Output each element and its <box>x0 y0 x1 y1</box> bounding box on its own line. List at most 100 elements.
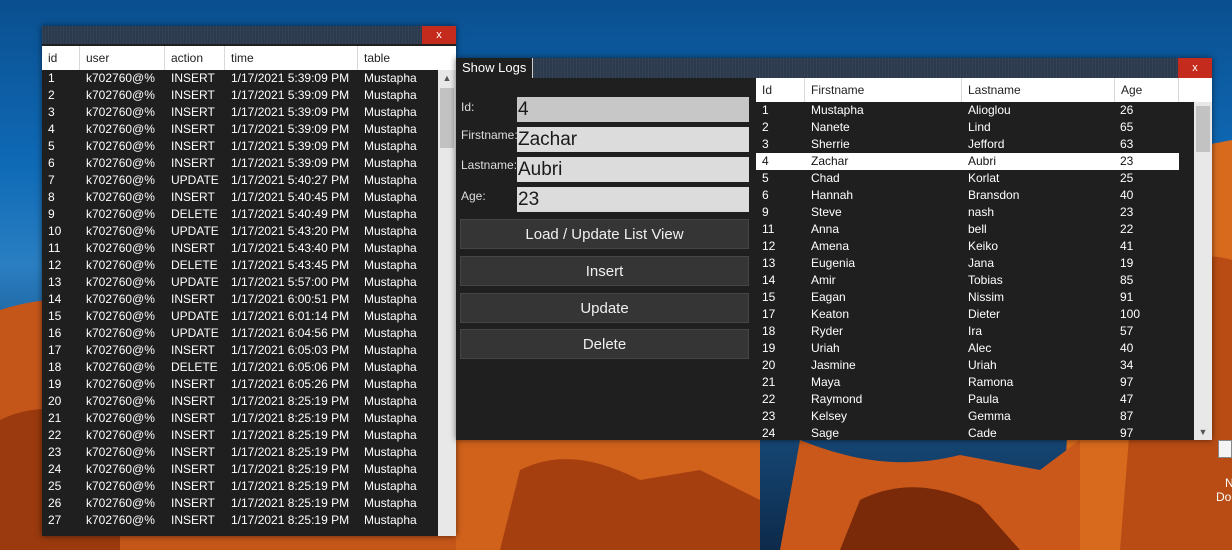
table-row[interactable]: 17 k702760@% INSERT 1/17/2021 6:05:03 PM Mus… <box>42 342 438 359</box>
logs-col-id[interactable]: id <box>42 46 80 70</box>
logs-col-time[interactable]: time <box>225 46 358 70</box>
logs-titlebar[interactable] <box>42 26 456 44</box>
table-row[interactable]: 23 k702760@% INSERT 1/17/2021 8:25:19 PM Mus… <box>42 444 438 461</box>
table-row[interactable]: 4 Zachar Aubri 23 <box>756 153 1179 170</box>
table-row[interactable]: 24 k702760@% INSERT 1/17/2021 8:25:19 PM Mus… <box>42 461 438 478</box>
log-cell-id: 23 <box>48 445 62 459</box>
table-row[interactable]: 17 Keaton Dieter 100 <box>756 306 1179 323</box>
table-row[interactable]: 21 Maya Ramona 97 <box>756 374 1179 391</box>
people-scroll-thumb[interactable] <box>1196 106 1210 152</box>
load-update-list-button[interactable]: Load / Update List View <box>460 219 749 249</box>
table-row[interactable]: 4 k702760@% INSERT 1/17/2021 5:39:09 PM Must… <box>42 121 438 138</box>
person-cell-firstname: Ryder <box>811 324 844 338</box>
table-row[interactable]: 13 Eugenia Jana 19 <box>756 255 1179 272</box>
table-row[interactable]: 13 k702760@% UPDATE 1/17/2021 5:57:00 PM Mus… <box>42 274 438 291</box>
table-row[interactable]: 27 k702760@% INSERT 1/17/2021 8:25:19 PM Mus… <box>42 512 438 529</box>
log-cell-time: 1/17/2021 8:25:19 PM <box>231 496 350 510</box>
people-scrollbar[interactable]: ▼ <box>1194 102 1212 440</box>
people-col-age[interactable]: Age <box>1115 78 1179 102</box>
table-row[interactable]: 1 k702760@% INSERT 1/17/2021 5:39:09 PM Must… <box>42 70 438 87</box>
scroll-down-icon[interactable]: ▼ <box>1194 424 1212 440</box>
lastname-field[interactable]: Aubri <box>517 157 749 182</box>
log-cell-user: k702760@% <box>86 258 155 272</box>
table-row[interactable]: 14 Amir Tobias 85 <box>756 272 1179 289</box>
person-cell-age: 23 <box>1120 205 1134 219</box>
log-cell-action: INSERT <box>171 445 215 459</box>
person-cell-lastname: Cade <box>968 426 997 440</box>
table-row[interactable]: 5 Chad Korlat 25 <box>756 170 1179 187</box>
table-row[interactable]: 20 Jasmine Uriah 34 <box>756 357 1179 374</box>
table-row[interactable]: 2 k702760@% INSERT 1/17/2021 5:39:09 PM Must… <box>42 87 438 104</box>
table-row[interactable]: 12 k702760@% DELETE 1/17/2021 5:43:45 PM Mus… <box>42 257 438 274</box>
log-cell-time: 1/17/2021 8:25:19 PM <box>231 428 350 442</box>
table-row[interactable]: 20 k702760@% INSERT 1/17/2021 8:25:19 PM Mus… <box>42 393 438 410</box>
age-field[interactable]: 23 <box>517 187 749 212</box>
tab-show-logs[interactable]: Show Logs <box>456 58 534 78</box>
table-row[interactable]: 6 Hannah Bransdon 40 <box>756 187 1179 204</box>
log-cell-time: 1/17/2021 5:40:49 PM <box>231 207 350 221</box>
table-row[interactable]: 15 k702760@% UPDATE 1/17/2021 6:01:14 PM Mus… <box>42 308 438 325</box>
people-col-id[interactable]: Id <box>756 78 805 102</box>
logs-close-button[interactable]: x <box>422 26 456 44</box>
table-row[interactable]: 9 Steve nash 23 <box>756 204 1179 221</box>
log-cell-user: k702760@% <box>86 428 155 442</box>
table-row[interactable]: 6 k702760@% INSERT 1/17/2021 5:39:09 PM Must… <box>42 155 438 172</box>
logs-col-table[interactable]: table <box>358 46 456 70</box>
delete-button[interactable]: Delete <box>460 329 749 359</box>
logs-col-user[interactable]: user <box>80 46 165 70</box>
table-row[interactable]: 22 Raymond Paula 47 <box>756 391 1179 408</box>
logs-scrollbar[interactable]: ▲ <box>438 70 456 536</box>
log-cell-id: 21 <box>48 411 62 425</box>
log-cell-time: 1/17/2021 5:39:09 PM <box>231 156 350 170</box>
person-cell-lastname: Tobias <box>968 273 1003 287</box>
table-row[interactable]: 15 Eagan Nissim 91 <box>756 289 1179 306</box>
person-cell-firstname: Amir <box>811 273 836 287</box>
people-col-firstname[interactable]: Firstname <box>805 78 962 102</box>
table-row[interactable]: 5 k702760@% INSERT 1/17/2021 5:39:09 PM Must… <box>42 138 438 155</box>
table-row[interactable]: 22 k702760@% INSERT 1/17/2021 8:25:19 PM Mus… <box>42 427 438 444</box>
table-row[interactable]: 3 k702760@% INSERT 1/17/2021 5:39:09 PM Must… <box>42 104 438 121</box>
table-row[interactable]: 24 Sage Cade 97 <box>756 425 1179 440</box>
desktop-icon[interactable]: N Doc <box>1216 440 1232 504</box>
log-cell-time: 1/17/2021 8:25:19 PM <box>231 462 350 476</box>
table-row[interactable]: 16 k702760@% UPDATE 1/17/2021 6:04:56 PM Mus… <box>42 325 438 342</box>
log-cell-table: Mustapha <box>364 377 417 391</box>
log-cell-table: Mustapha <box>364 275 417 289</box>
people-close-button[interactable]: x <box>1178 58 1212 78</box>
table-row[interactable]: 18 Ryder Ira 57 <box>756 323 1179 340</box>
log-cell-user: k702760@% <box>86 139 155 153</box>
table-row[interactable]: 19 Uriah Alec 40 <box>756 340 1179 357</box>
log-cell-action: INSERT <box>171 462 215 476</box>
table-row[interactable]: 26 k702760@% INSERT 1/17/2021 8:25:19 PM Mus… <box>42 495 438 512</box>
table-row[interactable]: 11 k702760@% INSERT 1/17/2021 5:43:40 PM Mus… <box>42 240 438 257</box>
table-row[interactable]: 14 k702760@% INSERT 1/17/2021 6:00:51 PM Mus… <box>42 291 438 308</box>
lastname-label: Lastname: <box>461 158 518 172</box>
table-row[interactable]: 2 Nanete Lind 65 <box>756 119 1179 136</box>
table-row[interactable]: 21 k702760@% INSERT 1/17/2021 8:25:19 PM Mus… <box>42 410 438 427</box>
insert-button[interactable]: Insert <box>460 256 749 286</box>
firstname-field[interactable]: Zachar <box>517 127 749 152</box>
logs-col-action[interactable]: action <box>165 46 225 70</box>
log-cell-id: 22 <box>48 428 62 442</box>
log-cell-table: Mustapha <box>364 258 417 272</box>
log-cell-time: 1/17/2021 8:25:19 PM <box>231 411 350 425</box>
table-row[interactable]: 19 k702760@% INSERT 1/17/2021 6:05:26 PM Mus… <box>42 376 438 393</box>
table-row[interactable]: 25 k702760@% INSERT 1/17/2021 8:25:19 PM Mus… <box>42 478 438 495</box>
table-row[interactable]: 1 Mustapha Alioglou 26 <box>756 102 1179 119</box>
logs-scroll-thumb[interactable] <box>440 88 454 148</box>
table-row[interactable]: 9 k702760@% DELETE 1/17/2021 5:40:49 PM Must… <box>42 206 438 223</box>
people-col-lastname[interactable]: Lastname <box>962 78 1115 102</box>
table-row[interactable]: 18 k702760@% DELETE 1/17/2021 6:05:06 PM Mus… <box>42 359 438 376</box>
table-row[interactable]: 11 Anna bell 22 <box>756 221 1179 238</box>
table-row[interactable]: 12 Amena Keiko 41 <box>756 238 1179 255</box>
scroll-up-icon[interactable]: ▲ <box>438 70 456 86</box>
table-row[interactable]: 8 k702760@% INSERT 1/17/2021 5:40:45 PM Must… <box>42 189 438 206</box>
table-row[interactable]: 7 k702760@% UPDATE 1/17/2021 5:40:27 PM Must… <box>42 172 438 189</box>
table-row[interactable]: 23 Kelsey Gemma 87 <box>756 408 1179 425</box>
update-button[interactable]: Update <box>460 293 749 323</box>
people-tabbar[interactable] <box>456 58 1212 78</box>
id-field[interactable]: 4 <box>517 97 749 122</box>
person-cell-lastname: Nissim <box>968 290 1004 304</box>
table-row[interactable]: 3 Sherrie Jefford 63 <box>756 136 1179 153</box>
table-row[interactable]: 10 k702760@% UPDATE 1/17/2021 5:43:20 PM Mus… <box>42 223 438 240</box>
